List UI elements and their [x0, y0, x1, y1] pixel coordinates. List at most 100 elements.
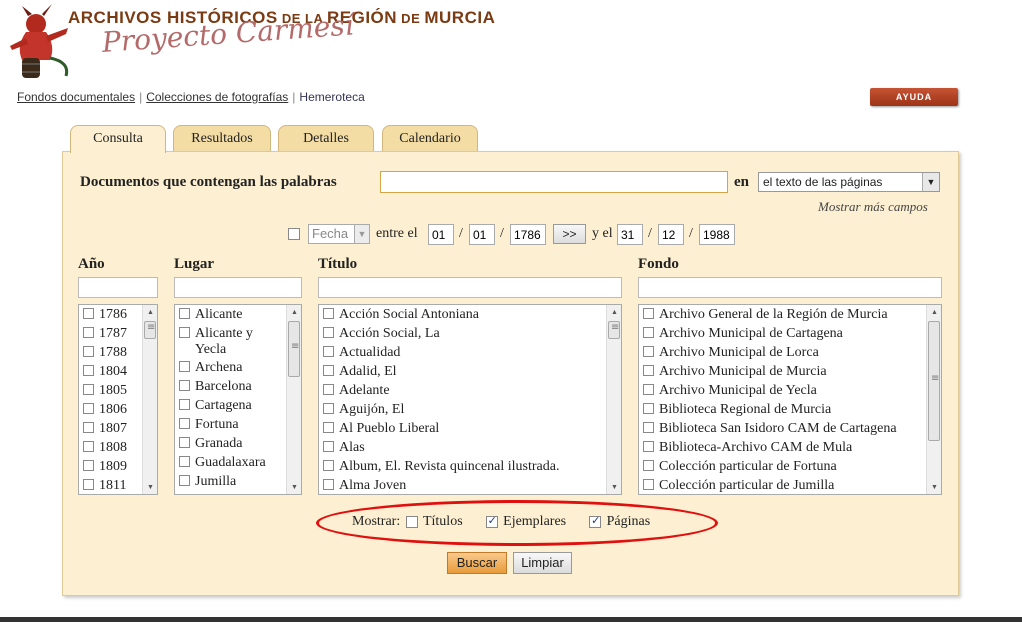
fund-option[interactable]: Biblioteca San Isidoro CAM de Cartagena [639, 419, 941, 438]
scroll-thumb[interactable] [144, 321, 156, 339]
place-option[interactable]: Alicante [175, 305, 301, 324]
checkbox[interactable] [83, 308, 94, 319]
checkbox[interactable] [83, 441, 94, 452]
checkbox[interactable] [83, 384, 94, 395]
checkbox[interactable] [323, 479, 334, 490]
scroll-up-icon[interactable]: ▲ [607, 305, 621, 319]
title-option[interactable]: Acción Social Antoniana [319, 305, 621, 324]
checkbox[interactable] [83, 346, 94, 357]
title-option[interactable]: Actualidad [319, 343, 621, 362]
title-option[interactable]: Alma Joven [319, 476, 621, 494]
query-input[interactable] [380, 171, 728, 193]
show-titles-checkbox[interactable] [405, 515, 418, 528]
place-option[interactable]: Barcelona [175, 377, 301, 396]
show-pages-checkbox[interactable] [589, 514, 602, 528]
place-option[interactable]: Archena [175, 358, 301, 377]
tab-resultados[interactable]: Resultados [173, 125, 271, 152]
title-option[interactable]: Alas [319, 438, 621, 457]
more-fields-link[interactable]: Mostrar más campos [818, 199, 928, 215]
search-field-select[interactable]: el texto de las páginas ▼ [758, 172, 940, 192]
checkbox[interactable] [323, 365, 334, 376]
checkbox[interactable] [643, 384, 654, 395]
checkbox[interactable] [179, 475, 190, 486]
place-option[interactable]: Cartagena [175, 396, 301, 415]
date-type-select[interactable]: Fecha ▼ [308, 224, 370, 244]
fund-list[interactable]: Archivo General de la Región de Murcia A… [638, 304, 942, 495]
checkbox[interactable] [643, 422, 654, 433]
year-list-scrollbar[interactable]: ▲ ▼ [142, 305, 157, 494]
from-day-input[interactable] [428, 224, 454, 245]
title-option[interactable]: Adelante [319, 381, 621, 400]
checkbox[interactable] [323, 384, 334, 395]
scroll-thumb[interactable] [928, 321, 940, 441]
nav-link-colecciones[interactable]: Colecciones de fotografías [146, 90, 288, 104]
checkbox[interactable] [323, 327, 334, 338]
fund-list-scrollbar[interactable]: ▲ ▼ [926, 305, 941, 494]
checkbox[interactable] [83, 422, 94, 433]
checkbox[interactable] [83, 327, 94, 338]
nav-link-hemeroteca[interactable]: Hemeroteca [299, 90, 364, 104]
checkbox[interactable] [83, 403, 94, 414]
title-option[interactable]: Acción Social, La [319, 324, 621, 343]
scroll-up-icon[interactable]: ▲ [143, 305, 157, 319]
scroll-down-icon[interactable]: ▼ [287, 480, 301, 494]
checkbox[interactable] [179, 361, 190, 372]
checkbox[interactable] [323, 422, 334, 433]
from-month-input[interactable] [469, 224, 495, 245]
title-list[interactable]: Acción Social Antoniana Acción Social, L… [318, 304, 622, 495]
title-filter-input[interactable] [318, 277, 622, 298]
chevron-down-icon[interactable]: ▼ [354, 225, 369, 243]
title-option[interactable]: Adalid, El [319, 362, 621, 381]
place-option[interactable]: Alicante y Yecla [175, 324, 283, 358]
year-list[interactable]: 1786 1787 1788 1804 1805 1806 1807 1808 … [78, 304, 158, 495]
title-list-scrollbar[interactable]: ▲ ▼ [606, 305, 621, 494]
place-list[interactable]: Alicante Alicante y Yecla Archena Barcel… [174, 304, 302, 495]
tab-calendario[interactable]: Calendario [382, 125, 478, 152]
checkbox[interactable] [83, 365, 94, 376]
date-filter-checkbox[interactable] [288, 228, 300, 240]
checkbox[interactable] [179, 327, 190, 338]
checkbox[interactable] [323, 403, 334, 414]
fund-option[interactable]: Archivo Municipal de Yecla [639, 381, 941, 400]
to-year-input[interactable] [699, 224, 735, 245]
place-list-scrollbar[interactable]: ▲ ▼ [286, 305, 301, 494]
checkbox[interactable] [83, 479, 94, 490]
scroll-thumb[interactable] [608, 321, 620, 339]
checkbox[interactable] [179, 418, 190, 429]
checkbox[interactable] [643, 403, 654, 414]
scroll-down-icon[interactable]: ▼ [927, 480, 941, 494]
checkbox[interactable] [643, 346, 654, 357]
title-option[interactable]: Album, El. Revista quincenal ilustrada. [319, 457, 621, 476]
checkbox[interactable] [643, 308, 654, 319]
scroll-down-icon[interactable]: ▼ [607, 480, 621, 494]
checkbox[interactable] [643, 365, 654, 376]
to-day-input[interactable] [617, 224, 643, 245]
place-option[interactable]: Guadalaxara [175, 453, 301, 472]
place-filter-input[interactable] [174, 277, 302, 298]
fund-option[interactable]: Archivo Municipal de Lorca [639, 343, 941, 362]
place-option[interactable]: Fortuna [175, 415, 301, 434]
checkbox[interactable] [643, 441, 654, 452]
checkbox[interactable] [179, 308, 190, 319]
checkbox[interactable] [179, 399, 190, 410]
title-option[interactable]: Al Pueblo Liberal [319, 419, 621, 438]
checkbox[interactable] [83, 460, 94, 471]
checkbox[interactable] [643, 327, 654, 338]
checkbox[interactable] [323, 346, 334, 357]
fund-filter-input[interactable] [638, 277, 942, 298]
scroll-up-icon[interactable]: ▲ [287, 305, 301, 319]
checkbox[interactable] [179, 380, 190, 391]
fund-option[interactable]: Colección particular de Jumilla [639, 476, 941, 494]
scroll-up-icon[interactable]: ▲ [927, 305, 941, 319]
fund-option[interactable]: Archivo General de la Región de Murcia [639, 305, 941, 324]
date-go-button[interactable]: >> [553, 224, 586, 244]
from-year-input[interactable] [510, 224, 546, 245]
place-option[interactable]: Jumilla [175, 472, 301, 491]
fund-option[interactable]: Archivo Municipal de Cartagena [639, 324, 941, 343]
show-copies-checkbox[interactable] [485, 514, 498, 528]
year-filter-input[interactable] [78, 277, 158, 298]
fund-option[interactable]: Biblioteca Regional de Murcia [639, 400, 941, 419]
checkbox[interactable] [323, 308, 334, 319]
chevron-down-icon[interactable]: ▼ [922, 173, 939, 191]
checkbox[interactable] [179, 437, 190, 448]
